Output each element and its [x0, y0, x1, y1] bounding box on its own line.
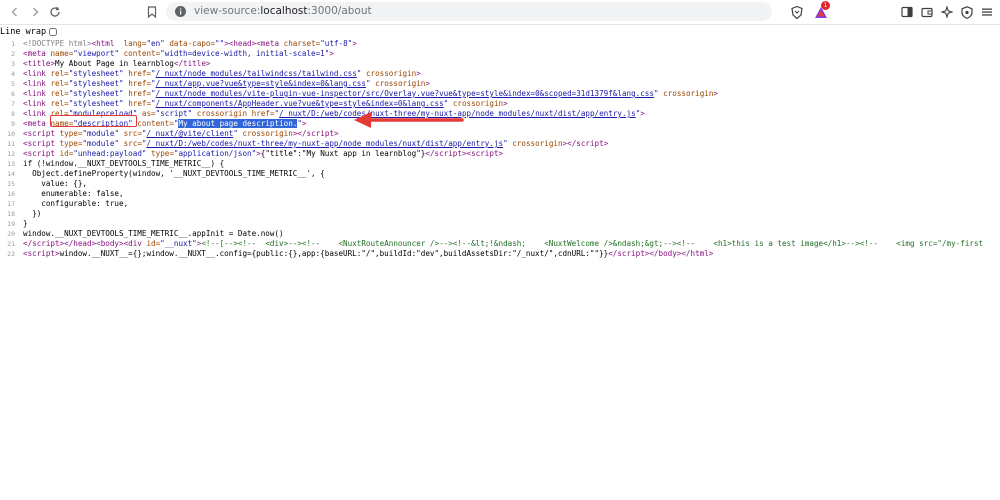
annotation-arrow-icon [354, 112, 464, 128]
